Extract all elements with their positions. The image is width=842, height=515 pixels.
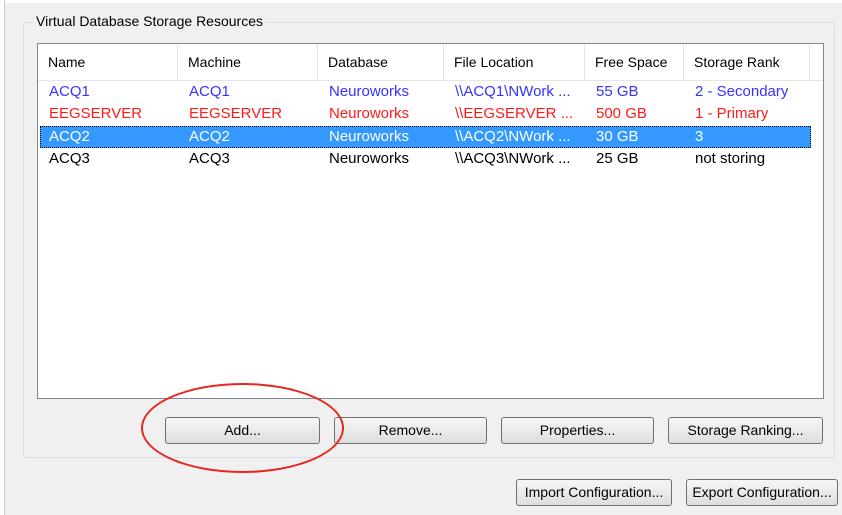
storage-resources-list[interactable]: Name Machine Database File Location Free… [37,43,824,399]
cell-machine: ACQ2 [189,128,230,145]
cell-free-space: 30 GB [596,128,639,145]
cell-machine: ACQ1 [189,83,230,100]
column-header-name[interactable]: Name [38,44,178,80]
cell-free-space: 500 GB [596,105,647,122]
list-header: Name Machine Database File Location Free… [38,44,823,81]
cell-name: ACQ1 [49,83,90,100]
cell-name: ACQ2 [49,128,90,145]
cell-database: Neuroworks [329,83,410,100]
table-row[interactable]: ACQ3 ACQ3 Neuroworks \\ACQ3\NWork ... 25… [38,148,823,170]
cell-storage-rank: not storing [695,150,766,167]
window-top-edge [0,0,842,3]
cell-free-space: 25 GB [596,150,639,167]
remove-button[interactable]: Remove... [334,417,487,444]
cell-database: Neuroworks [329,128,410,145]
cell-database: Neuroworks [329,105,410,122]
cell-file-location: \\ACQ3\NWork ... [455,150,571,167]
cell-free-space: 55 GB [596,83,639,100]
table-row[interactable]: ACQ1 ACQ1 Neuroworks \\ACQ1\NWork ... 55… [38,81,823,103]
cell-machine: EEGSERVER [189,105,283,122]
cell-name: ACQ3 [49,150,90,167]
column-header-free-space[interactable]: Free Space [585,44,684,80]
cell-file-location: \\EEGSERVER ... [455,105,574,122]
cell-storage-rank: 1 - Primary [695,105,769,122]
group-title: Virtual Database Storage Resources [33,12,266,30]
cell-storage-rank: 2 - Secondary [695,83,789,100]
cell-file-location: \\ACQ1\NWork ... [455,83,571,100]
table-row[interactable]: EEGSERVER EEGSERVER Neuroworks \\EEGSERV… [38,103,823,125]
column-header-storage-rank[interactable]: Storage Rank [684,44,810,80]
cell-file-location: \\ACQ2\NWork ... [455,128,571,145]
cell-storage-rank: 3 [695,128,704,145]
cell-database: Neuroworks [329,150,410,167]
import-configuration-button[interactable]: Import Configuration... [516,479,672,506]
column-header-machine[interactable]: Machine [178,44,318,80]
table-row-selected[interactable]: ACQ2 ACQ2 Neuroworks \\ACQ2\NWork ... 30… [40,126,811,148]
properties-button[interactable]: Properties... [501,417,654,444]
storage-ranking-button[interactable]: Storage Ranking... [668,417,823,444]
column-header-database[interactable]: Database [318,44,444,80]
cell-name: EEGSERVER [49,105,143,122]
export-configuration-button[interactable]: Export Configuration... [686,479,838,506]
add-button[interactable]: Add... [165,417,320,444]
cell-machine: ACQ3 [189,150,230,167]
column-header-file-location[interactable]: File Location [444,44,585,80]
window-left-edge [0,0,5,515]
